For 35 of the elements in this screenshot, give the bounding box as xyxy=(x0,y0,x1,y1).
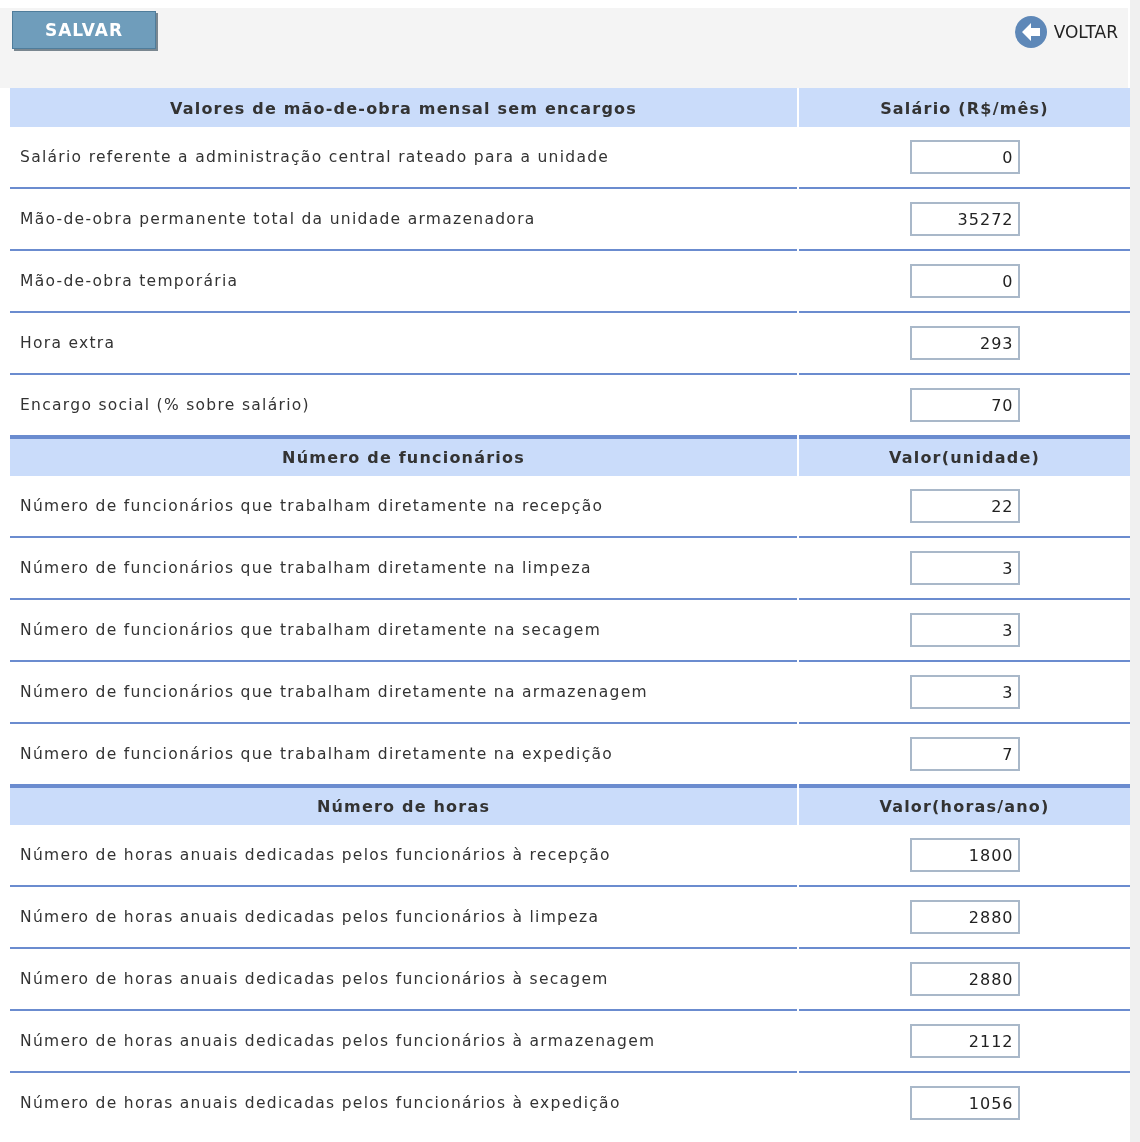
row-label: Número de horas anuais dedicadas pelos funcionários à armazenagem xyxy=(10,1011,797,1073)
column-header: Número de horas xyxy=(10,786,797,825)
row-label: Mão-de-obra permanente total da unidade armazenadora xyxy=(10,189,797,251)
column-header: Salário (R$/mês) xyxy=(799,88,1130,127)
value-field[interactable]: 35272 xyxy=(909,202,1020,236)
value-field[interactable]: 70 xyxy=(909,388,1020,422)
row-label: Número de funcionários que trabalham diretamente na armazenagem xyxy=(10,662,797,724)
row-label: Número de horas anuais dedicadas pelos funcionários à secagem xyxy=(10,949,797,1011)
value-field[interactable]: 2112 xyxy=(909,1024,1020,1058)
column-header: Número de funcionários xyxy=(10,437,797,476)
row-label: Número de funcionários que trabalham diretamente na secagem xyxy=(10,600,797,662)
row-label: Hora extra xyxy=(10,313,797,375)
column-header: Valor(unidade) xyxy=(799,437,1130,476)
row-label: Número de funcionários que trabalham diretamente na limpeza xyxy=(10,538,797,600)
value-field[interactable]: 0 xyxy=(909,140,1020,174)
column-header: Valor(horas/ano) xyxy=(799,786,1130,825)
value-field[interactable]: 2880 xyxy=(909,962,1020,996)
value-field[interactable]: 0 xyxy=(909,264,1020,298)
row-label: Número de horas anuais dedicadas pelos funcionários à expedição xyxy=(19,1093,622,1114)
column-header: Valores de mão-de-obra mensal sem encargos xyxy=(10,88,797,127)
row-label: Número de funcionários que trabalham diretamente na recepção xyxy=(10,476,797,538)
value-field[interactable]: 3 xyxy=(909,675,1020,709)
value-field[interactable]: 1800 xyxy=(909,838,1020,872)
value-field[interactable]: 3 xyxy=(909,551,1020,585)
row-label: Número de horas anuais dedicadas pelos funcionários à limpeza xyxy=(10,887,797,949)
value-field[interactable]: 7 xyxy=(909,737,1020,771)
row-label: Número de horas anuais dedicadas pelos funcionários à recepção xyxy=(10,825,797,887)
value-field[interactable]: 1056 xyxy=(909,1086,1020,1120)
row-label: Mão-de-obra temporária xyxy=(10,251,797,313)
value-field[interactable]: 2880 xyxy=(909,900,1020,934)
value-field[interactable]: 22 xyxy=(909,489,1020,523)
value-field[interactable]: 293 xyxy=(909,326,1020,360)
row-label: Salário referente a administração central rateado para a unidade xyxy=(10,127,797,189)
back-link[interactable]: VOLTAR xyxy=(1013,15,1118,49)
value-field[interactable]: 3 xyxy=(909,613,1020,647)
